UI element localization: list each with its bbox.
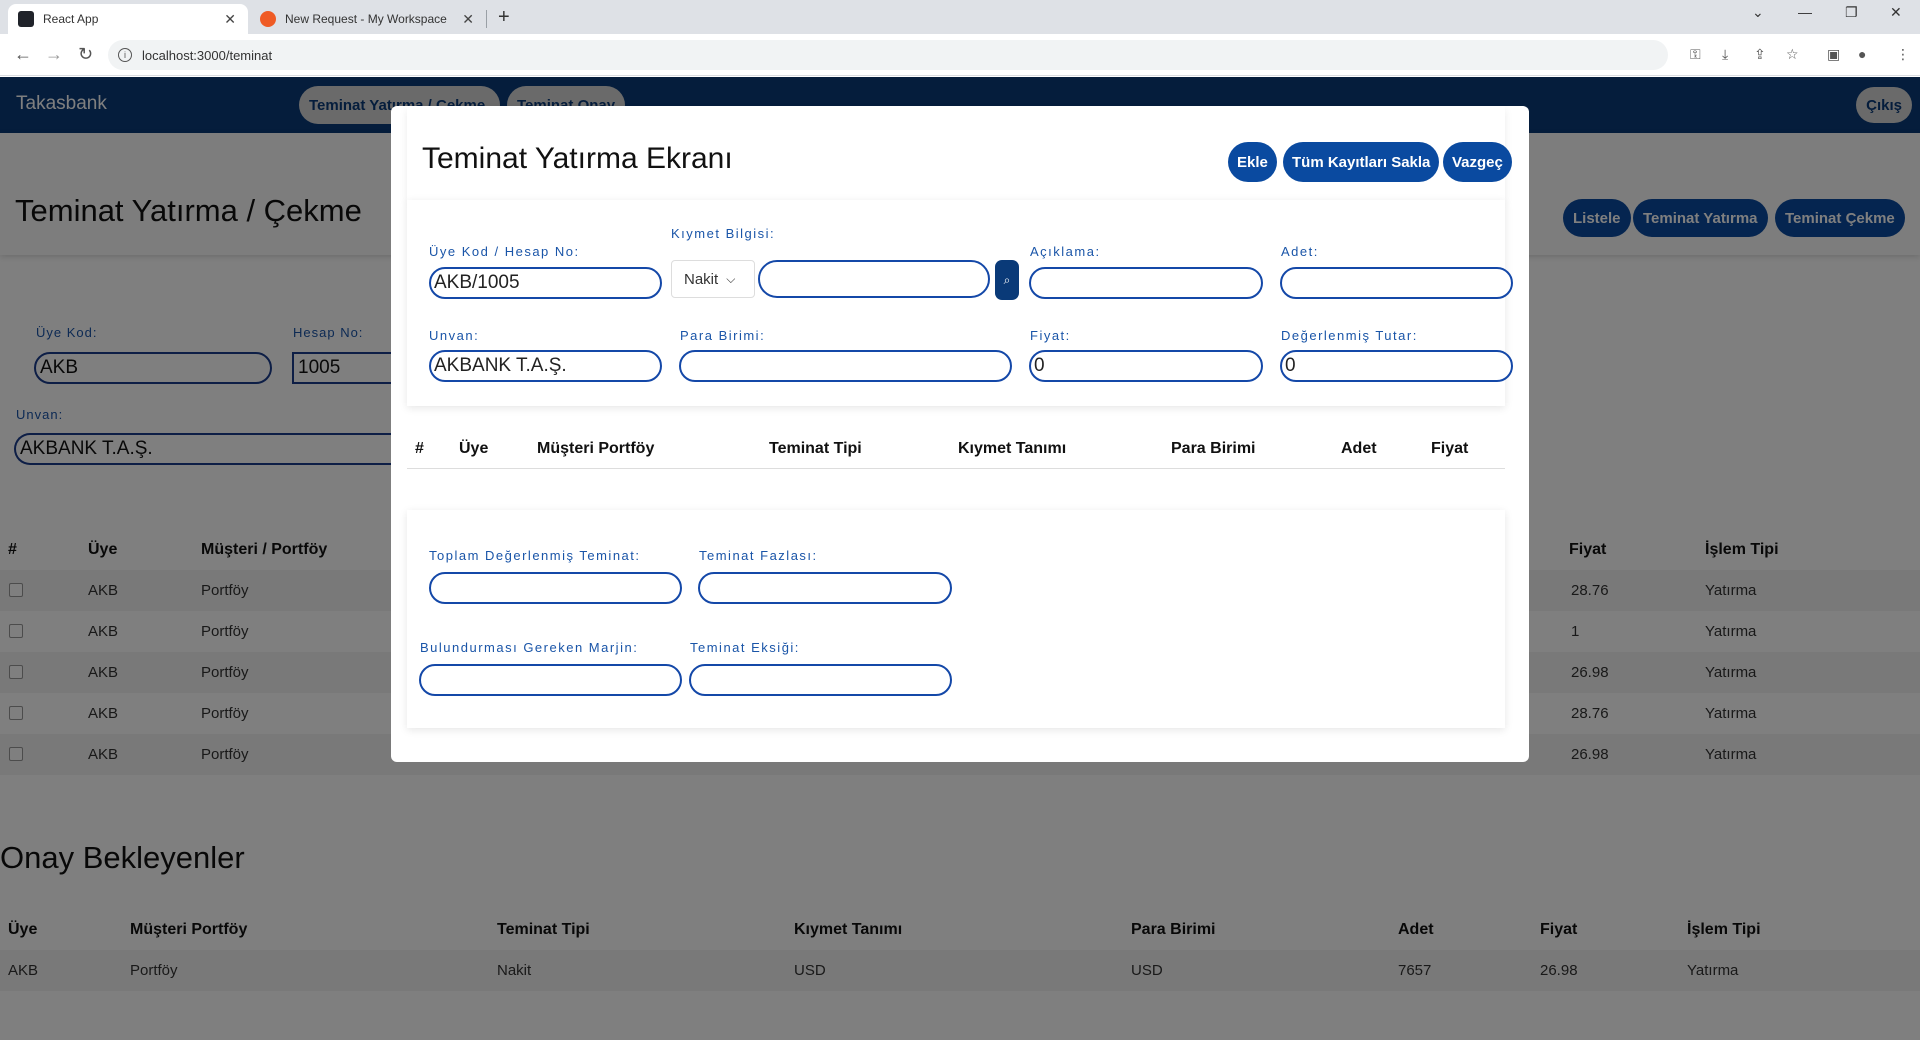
uye-hesap-label: Üye Kod / Hesap No: xyxy=(429,244,580,259)
cancel-button[interactable]: Vazgeç xyxy=(1443,142,1512,182)
para-birimi-field[interactable] xyxy=(679,350,1012,382)
tab-separator xyxy=(486,10,487,28)
modal-col-hash: # xyxy=(415,440,424,457)
minimize-icon[interactable]: — xyxy=(1798,4,1812,20)
unvan-label: Unvan: xyxy=(429,328,480,343)
teminat-yatirma-modal: Teminat Yatırma Ekranı Ekle Tüm Kayıtlar… xyxy=(391,106,1529,762)
forward-icon[interactable]: → xyxy=(45,44,63,65)
back-icon[interactable]: ← xyxy=(14,44,32,65)
adet-field[interactable] xyxy=(1280,267,1513,299)
toplam-label: Toplam Değerlenmiş Teminat: xyxy=(429,548,641,563)
search-icon: ⌕ xyxy=(1003,272,1011,287)
kiymet-input[interactable] xyxy=(758,260,990,298)
unvan-field[interactable]: AKBANK T.A.Ş. xyxy=(429,350,662,382)
close-icon[interactable]: ✕ xyxy=(462,11,474,28)
fiyat-field[interactable]: 0 xyxy=(1029,350,1263,382)
uye-hesap-field[interactable]: AKB/1005 xyxy=(429,267,662,299)
modal-col-adet: Adet xyxy=(1341,440,1377,457)
modal-col-uye: Üye xyxy=(459,440,489,457)
degerlenmis-label: Değerlenmiş Tutar: xyxy=(1281,328,1418,343)
select-value: Nakit xyxy=(684,270,719,288)
address-bar[interactable]: i localhost:3000/teminat xyxy=(108,40,1668,70)
eksigi-field[interactable] xyxy=(689,664,952,696)
degerlenmis-field[interactable]: 0 xyxy=(1280,350,1513,382)
modal-col-kiymet: Kıymet Tanımı xyxy=(958,440,1067,457)
marjin-field[interactable] xyxy=(419,664,682,696)
fiyat-label: Fiyat: xyxy=(1030,328,1071,343)
save-all-button[interactable]: Tüm Kayıtları Sakla xyxy=(1283,142,1440,182)
share-icon[interactable]: ⇪ xyxy=(1754,46,1766,63)
modal-col-teminat-tipi: Teminat Tipi xyxy=(769,440,862,457)
modal-col-para: Para Birimi xyxy=(1171,440,1256,457)
adet-label: Adet: xyxy=(1281,244,1319,259)
browser-tab-react-app[interactable]: React App ✕ xyxy=(8,4,248,34)
modal-col-musteri: Müşteri Portföy xyxy=(537,440,655,457)
react-favicon-icon xyxy=(18,11,34,27)
modal-header: Teminat Yatırma Ekranı Ekle Tüm Kayıtlar… xyxy=(407,106,1512,200)
table-divider xyxy=(407,468,1505,469)
tab-search-icon[interactable]: ⌄ xyxy=(1752,4,1764,21)
postman-favicon-icon xyxy=(260,11,276,27)
tab-title: New Request - My Workspace xyxy=(285,12,447,26)
window-close-icon[interactable]: ✕ xyxy=(1890,4,1902,21)
fazlasi-field[interactable] xyxy=(698,572,952,604)
sidepanel-icon[interactable]: ▣ xyxy=(1827,46,1840,63)
aciklama-field[interactable] xyxy=(1029,267,1263,299)
marjin-label: Bulundurması Gereken Marjin: xyxy=(420,640,639,655)
url-text: localhost:3000/teminat xyxy=(142,47,273,63)
install-icon[interactable]: ⤓ xyxy=(1722,46,1728,63)
eksigi-label: Teminat Eksiği: xyxy=(690,640,800,655)
toplam-field[interactable] xyxy=(429,572,682,604)
reload-icon[interactable]: ↻ xyxy=(78,44,93,65)
restore-icon[interactable]: ❐ xyxy=(1845,4,1858,21)
tab-title: React App xyxy=(43,12,99,26)
bookmark-star-icon[interactable]: ☆ xyxy=(1786,46,1799,63)
menu-kebab-icon[interactable]: ⋮ xyxy=(1896,46,1910,63)
browser-toolbar: ← → ↻ i localhost:3000/teminat ⚿ ⤓ ⇪ ☆ ▣… xyxy=(0,34,1920,76)
aciklama-label: Açıklama: xyxy=(1030,244,1101,259)
browser-tabbar: React App ✕ New Request - My Workspace ✕… xyxy=(0,0,1920,34)
modal-title: Teminat Yatırma Ekranı xyxy=(422,142,733,175)
kiymet-search-button[interactable]: ⌕ xyxy=(995,260,1019,300)
modal-summary-card: Toplam Değerlenmiş Teminat: Teminat Fazl… xyxy=(407,510,1505,728)
browser-tab-new-request[interactable]: New Request - My Workspace ✕ xyxy=(250,4,486,34)
modal-form-card: Üye Kod / Hesap No: AKB/1005 Kıymet Bilg… xyxy=(407,200,1513,406)
close-icon[interactable]: ✕ xyxy=(224,11,236,28)
info-icon[interactable]: i xyxy=(118,48,132,62)
fazlasi-label: Teminat Fazlası: xyxy=(699,548,818,563)
chevron-down-icon: ⌵ xyxy=(726,271,736,286)
kiymet-label: Kıymet Bilgisi: xyxy=(671,226,776,241)
key-icon[interactable]: ⚿ xyxy=(1690,46,1701,63)
profile-icon[interactable]: ● xyxy=(1858,46,1866,62)
new-tab-icon[interactable]: + xyxy=(498,6,510,29)
kiymet-type-select[interactable]: Nakit ⌵ xyxy=(671,260,755,298)
ekle-button[interactable]: Ekle xyxy=(1228,142,1277,182)
para-birimi-label: Para Birimi: xyxy=(680,328,766,343)
modal-col-fiyat: Fiyat xyxy=(1431,440,1469,457)
